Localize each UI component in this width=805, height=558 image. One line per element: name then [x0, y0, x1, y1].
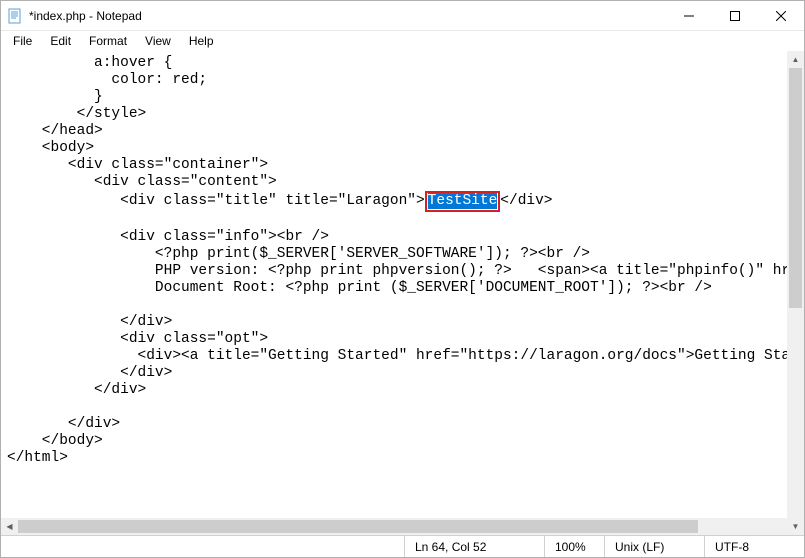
close-button[interactable]	[758, 1, 804, 31]
menu-file[interactable]: File	[5, 32, 40, 50]
menu-view[interactable]: View	[137, 32, 179, 50]
code-before: a:hover { color: red; } </style> </head>…	[7, 55, 425, 209]
selection-highlight: TestSite	[425, 191, 501, 212]
scroll-up-icon[interactable]: ▲	[787, 51, 804, 68]
v-scroll-thumb[interactable]	[789, 68, 802, 308]
status-spacer	[1, 536, 404, 557]
h-scroll-track[interactable]	[18, 518, 787, 535]
menu-help[interactable]: Help	[181, 32, 222, 50]
status-position: Ln 64, Col 52	[404, 536, 544, 557]
scroll-left-icon[interactable]: ◀	[1, 518, 18, 535]
menubar: File Edit Format View Help	[1, 31, 804, 51]
titlebar: *index.php - Notepad	[1, 1, 804, 31]
horizontal-scrollbar[interactable]: ◀ ▶	[1, 518, 804, 535]
app-icon	[7, 8, 23, 24]
maximize-button[interactable]	[712, 1, 758, 31]
menu-format[interactable]: Format	[81, 32, 135, 50]
minimize-button[interactable]	[666, 1, 712, 31]
window-title: *index.php - Notepad	[29, 9, 666, 23]
window-controls	[666, 1, 804, 31]
status-encoding: UTF-8	[704, 536, 804, 557]
statusbar: Ln 64, Col 52 100% Unix (LF) UTF-8	[1, 535, 804, 557]
h-scroll-thumb[interactable]	[18, 520, 698, 533]
text-editor[interactable]: a:hover { color: red; } </style> </head>…	[1, 51, 804, 518]
content-area: a:hover { color: red; } </style> </head>…	[1, 51, 804, 535]
status-line-ending: Unix (LF)	[604, 536, 704, 557]
v-scroll-track[interactable]	[787, 68, 804, 518]
scroll-down-icon[interactable]: ▼	[787, 518, 804, 535]
status-zoom: 100%	[544, 536, 604, 557]
menu-edit[interactable]: Edit	[42, 32, 79, 50]
code-after: </div> <div class="info"><br /> <?php pr…	[7, 193, 804, 466]
selected-text: TestSite	[428, 193, 498, 209]
vertical-scrollbar[interactable]: ▲ ▼	[787, 51, 804, 535]
